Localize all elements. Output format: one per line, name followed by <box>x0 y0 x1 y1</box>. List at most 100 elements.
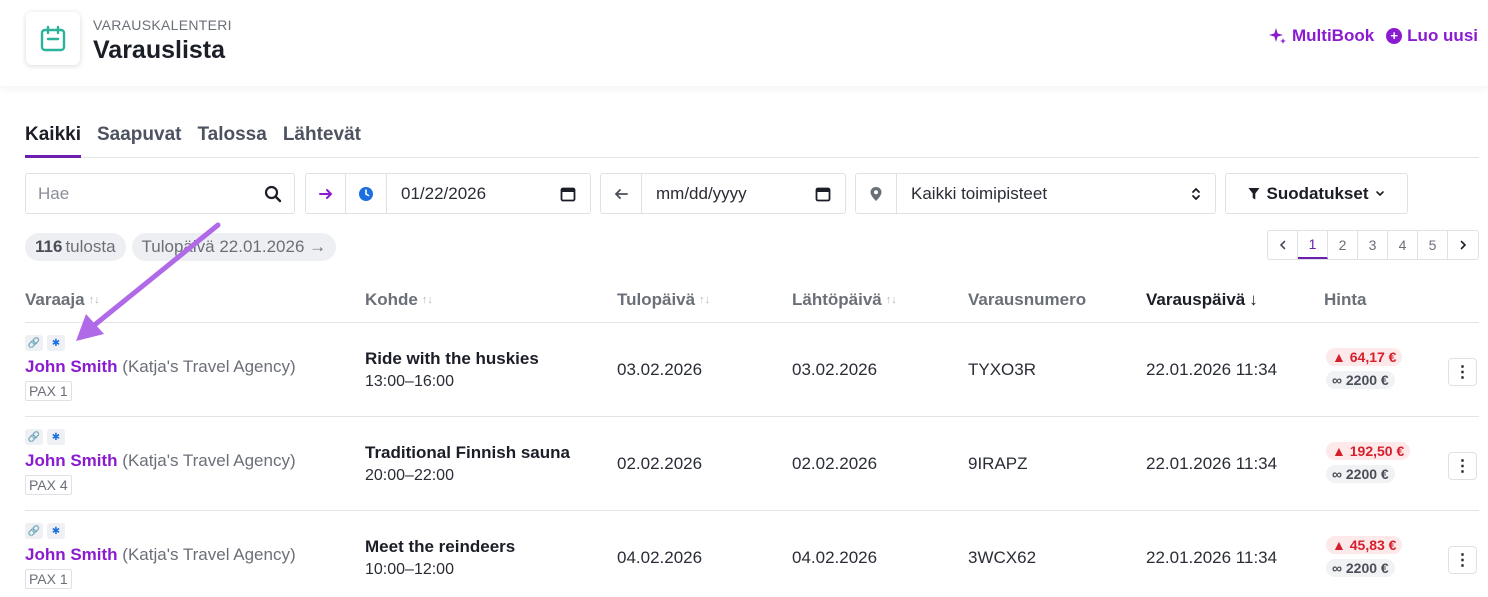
arrow-left-icon[interactable] <box>601 174 642 213</box>
booking-number: 9IRAPZ <box>968 454 1028 473</box>
booking-number: TYXO3R <box>968 360 1037 379</box>
link-icon: 🔗 <box>25 429 43 445</box>
column-label: Varausnumero <box>968 290 1087 309</box>
calendar-picker-icon[interactable] <box>560 186 576 202</box>
booking-date: 22.01.2026 11:34 <box>1146 454 1278 473</box>
app-subtitle: VARAUSKALENTERI <box>93 17 232 33</box>
warning-icon: ▲ <box>1332 537 1346 553</box>
prev-page-button[interactable] <box>1268 231 1298 259</box>
search-input[interactable]: Hae <box>25 173 295 214</box>
location-select[interactable]: Kaikki toimipisteet <box>897 174 1215 213</box>
tab-saapuvat[interactable]: Saapuvat <box>97 124 181 158</box>
warning-icon: ▲ <box>1332 349 1346 365</box>
column-header-varausnumero: Varausnumero <box>968 290 1086 310</box>
create-new-label: Luo uusi <box>1407 26 1478 45</box>
page-5-button[interactable]: 5 <box>1418 231 1448 259</box>
price-link-badge: ∞ 2200 € <box>1326 371 1395 389</box>
filters-button[interactable]: Suodatukset <box>1225 173 1408 214</box>
create-new-button[interactable]: + Luo uusi <box>1386 26 1478 46</box>
tab-kaikki[interactable]: Kaikki <box>25 124 81 158</box>
end-date-filter: mm/dd/yyyy <box>600 173 846 214</box>
result-count-badge: 116 tulosta <box>25 233 126 261</box>
column-label: Hinta <box>1324 290 1367 309</box>
chevron-down-icon <box>1375 190 1384 196</box>
target-time: 10:00–12:00 <box>365 561 454 578</box>
result-count: 116 <box>35 237 63 256</box>
column-label: Varauspäivä <box>1146 290 1246 309</box>
next-page-button[interactable] <box>1448 231 1478 259</box>
start-date-value: 01/22/2026 <box>401 183 487 203</box>
calendar-picker-icon[interactable] <box>815 186 831 202</box>
multibook-button[interactable]: MultiBook <box>1269 26 1374 46</box>
page-2-button[interactable]: 2 <box>1328 231 1358 259</box>
tab-talossa[interactable]: Talossa <box>197 124 266 158</box>
target-time: 20:00–22:00 <box>365 467 454 484</box>
agency-name: (Katja's Travel Agency) <box>122 451 296 470</box>
column-header-lahtopaiva[interactable]: Lähtöpäivä ↑↓ <box>792 290 897 310</box>
sparkle-icon <box>1269 28 1287 44</box>
arrival-date-chip[interactable]: Tulopäivä 22.01.2026 → <box>131 233 337 261</box>
end-date-placeholder: mm/dd/yyyy <box>656 183 747 203</box>
price-due-badge: ▲ 64,17 € <box>1326 348 1403 366</box>
agency-name: (Katja's Travel Agency) <box>122 357 296 376</box>
table-row[interactable]: 🔗 ✱ John Smith (Katja's Travel Agency) P… <box>25 323 1479 417</box>
page-title: Varauslista <box>93 36 226 64</box>
table-row[interactable]: 🔗 ✱ John Smith (Katja's Travel Agency) P… <box>25 511 1479 597</box>
start-date-input[interactable]: 01/22/2026 <box>387 174 590 213</box>
page-header: VARAUSKALENTERI Varauslista MultiBook + … <box>0 0 1488 86</box>
warning-icon: ▲ <box>1332 443 1346 459</box>
kebab-icon: ⋮ <box>1454 364 1471 381</box>
page-3-button[interactable]: 3 <box>1358 231 1388 259</box>
select-arrows-icon <box>1192 187 1200 200</box>
multibook-label: MultiBook <box>1292 26 1375 45</box>
more-options-button[interactable]: ⋮ <box>1448 452 1477 480</box>
target-title: Traditional Finnish sauna <box>365 443 570 462</box>
puzzle-icon: ✱ <box>47 523 65 539</box>
filter-icon <box>1248 187 1260 199</box>
column-header-varaaja[interactable]: Varaaja ↑↓ <box>25 290 100 310</box>
arrow-right-icon[interactable] <box>306 174 346 213</box>
departure-date: 03.02.2026 <box>792 360 878 379</box>
puzzle-icon: ✱ <box>47 335 65 351</box>
departure-date: 04.02.2026 <box>792 548 878 567</box>
sort-icon: ↑↓ <box>88 294 100 306</box>
page-1-button[interactable]: 1 <box>1298 231 1328 259</box>
sort-desc-icon: ↓ <box>1249 290 1258 309</box>
link-icon: 🔗 <box>25 523 43 539</box>
arrival-date: 02.02.2026 <box>617 454 703 473</box>
chevron-left-icon <box>1279 240 1285 250</box>
calendar-icon <box>26 12 80 65</box>
column-label: Varaaja <box>25 290 85 309</box>
link-icon: ∞ <box>1332 372 1342 388</box>
tab-lahtevat[interactable]: Lähtevät <box>283 124 361 158</box>
arrival-date: 03.02.2026 <box>617 360 703 379</box>
more-options-button[interactable]: ⋮ <box>1448 358 1477 386</box>
booker-name[interactable]: John Smith <box>25 357 118 376</box>
location-value: Kaikki toimipisteet <box>911 183 1048 203</box>
end-date-input[interactable]: mm/dd/yyyy <box>642 174 845 213</box>
price-due-badge: ▲ 192,50 € <box>1326 442 1411 460</box>
search-icon <box>264 185 282 202</box>
column-header-kohde[interactable]: Kohde ↑↓ <box>365 290 433 310</box>
table-row[interactable]: 🔗 ✱ John Smith (Katja's Travel Agency) P… <box>25 417 1479 511</box>
filters-label: Suodatukset <box>1266 183 1369 203</box>
pagination: 1 2 3 4 5 <box>1267 230 1479 260</box>
column-label: Kohde <box>365 290 418 309</box>
price-link: 2200 € <box>1345 466 1389 482</box>
departure-date: 02.02.2026 <box>792 454 878 473</box>
column-header-tulopaiva[interactable]: Tulopäivä ↑↓ <box>617 290 710 310</box>
page-4-button[interactable]: 4 <box>1388 231 1418 259</box>
booking-date: 22.01.2026 11:34 <box>1146 548 1278 567</box>
booker-name[interactable]: John Smith <box>25 545 118 564</box>
arrival-date: 04.02.2026 <box>617 548 703 567</box>
location-filter: Kaikki toimipisteet <box>855 173 1216 214</box>
booker-name[interactable]: John Smith <box>25 451 118 470</box>
agency-name: (Katja's Travel Agency) <box>122 545 296 564</box>
price-link: 2200 € <box>1345 560 1389 576</box>
column-header-varauspaiva[interactable]: Varauspäivä ↓ <box>1146 290 1258 310</box>
column-label: Lähtöpäivä <box>792 290 882 309</box>
more-options-button[interactable]: ⋮ <box>1448 546 1477 574</box>
clock-icon <box>346 174 387 213</box>
price-due: 45,83 € <box>1349 537 1397 553</box>
price-link-badge: ∞ 2200 € <box>1326 559 1395 577</box>
